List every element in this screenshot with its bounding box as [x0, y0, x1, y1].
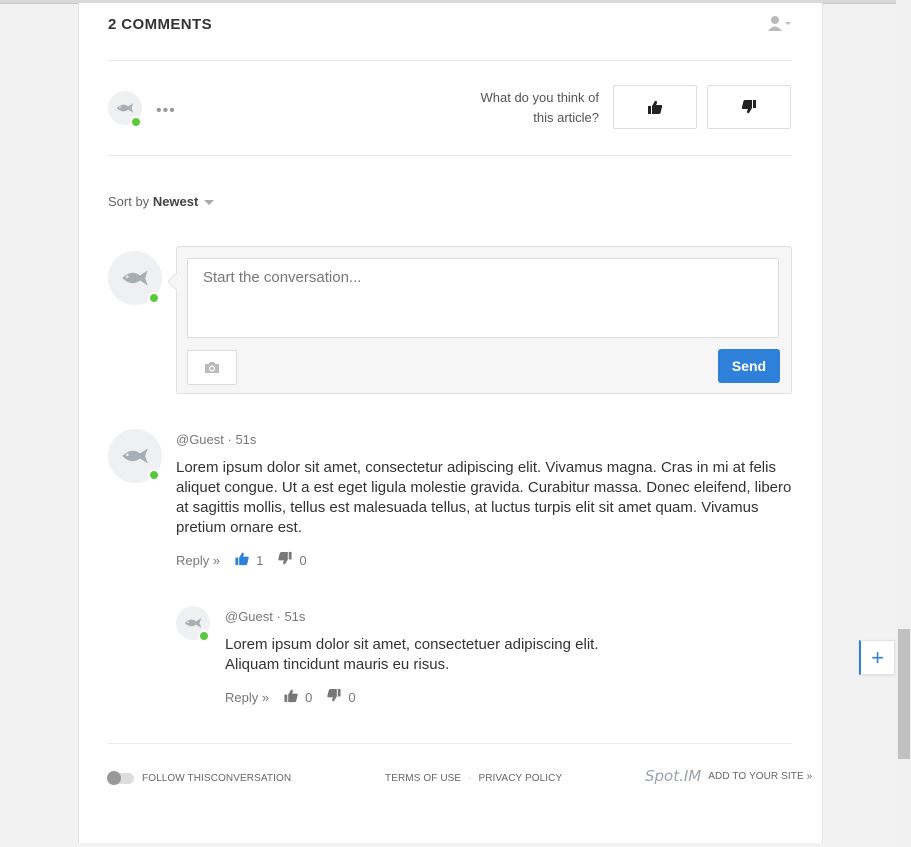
scrollbar[interactable]	[896, 0, 911, 847]
privacy-link[interactable]: PRIVACY POLICY	[478, 773, 562, 784]
fish-avatar-icon	[122, 270, 148, 286]
fish-avatar-icon	[122, 448, 148, 464]
thumbs-down-icon	[278, 551, 292, 565]
like-button[interactable]	[283, 688, 299, 706]
camera-icon	[205, 362, 219, 373]
online-status-dot	[130, 116, 142, 128]
comment-avatar	[108, 429, 162, 483]
thumbs-up-icon	[284, 689, 298, 703]
thumbs-down-icon	[327, 688, 341, 702]
comment-meta: @Guest · 51s	[225, 609, 306, 624]
current-user-avatar	[108, 91, 142, 128]
thumbs-up-icon	[648, 100, 663, 114]
comment-input[interactable]	[187, 258, 779, 338]
caret-down-icon	[204, 200, 215, 206]
follow-toggle[interactable]	[107, 771, 134, 785]
spotim-branding: Spot.IM ADD TO YOUR SITE »	[645, 767, 812, 785]
footer-separator: ·	[468, 773, 472, 784]
comment-time: 51s	[284, 609, 306, 624]
comment-text-line: Lorem ipsum dolor sit amet, consectetuer…	[225, 636, 599, 653]
comment-meta: @Guest · 51s	[176, 432, 257, 447]
comment-actions: Reply » 1 0	[176, 551, 321, 569]
follow-label: FOLLOW THISCONVERSATION	[142, 773, 292, 784]
divider	[108, 155, 792, 156]
ellipsis-icon[interactable]: •••	[156, 102, 176, 120]
dislike-button[interactable]	[326, 688, 342, 706]
spotim-logo[interactable]: Spot.IM	[645, 767, 701, 785]
sort-label: Sort by	[108, 194, 150, 209]
reply-avatar	[176, 606, 210, 642]
dislike-count: 0	[348, 689, 356, 705]
thumbs-up-icon	[235, 552, 249, 566]
like-count: 1	[256, 552, 264, 568]
comment-text: Lorem ipsum dolor sit amet, consectetur …	[176, 459, 792, 536]
dislike-count: 0	[299, 552, 307, 568]
article-like-button[interactable]	[613, 85, 697, 129]
comment-actions: Reply » 0 0	[225, 688, 370, 706]
comments-count-title: 2 COMMENTS	[108, 16, 213, 33]
user-dropdown-icon[interactable]	[766, 14, 796, 34]
comment-composer: Send	[167, 246, 792, 394]
scrollbar-thumb[interactable]	[898, 629, 910, 759]
fish-avatar-icon	[184, 618, 202, 628]
comment-time: 51s	[235, 432, 257, 447]
divider	[108, 60, 792, 61]
terms-link[interactable]: TERMS OF USE	[385, 773, 461, 784]
comment-text: Lorem ipsum dolor sit amet, consectetuer…	[225, 635, 785, 675]
upload-image-button[interactable]	[187, 350, 237, 385]
composer-avatar	[108, 251, 162, 305]
article-dislike-button[interactable]	[707, 85, 791, 129]
sort-control[interactable]: Sort by Newest	[108, 194, 215, 209]
fish-avatar-icon	[116, 103, 134, 113]
reply-link[interactable]: Reply »	[176, 553, 220, 568]
comment-text-line: Aliquam tincidunt mauris eu risus.	[225, 656, 450, 673]
comment-author[interactable]: @Guest	[225, 609, 273, 624]
footer-links: TERMS OF USE · PRIVACY POLICY	[385, 773, 562, 784]
online-status-dot	[198, 630, 210, 642]
follow-conversation[interactable]: FOLLOW THISCONVERSATION	[107, 771, 292, 785]
toggle-knob	[107, 771, 121, 785]
send-button[interactable]: Send	[718, 349, 780, 383]
spotim-logo-text: Spot.IM	[645, 767, 702, 785]
add-to-site-link[interactable]: ADD TO YOUR SITE »	[708, 771, 812, 782]
dislike-button[interactable]	[277, 551, 293, 569]
sort-value[interactable]: Newest	[153, 194, 199, 209]
online-status-dot	[148, 292, 160, 304]
floating-plus-button[interactable]: +	[859, 640, 895, 675]
divider	[108, 743, 792, 744]
rating-question: What do you think of this article?	[480, 90, 599, 125]
online-status-dot	[148, 469, 160, 481]
composer-pointer	[167, 272, 186, 291]
like-button[interactable]	[234, 551, 250, 569]
like-count: 0	[305, 689, 313, 705]
comments-panel: 2 COMMENTS ••• What do you think of this…	[78, 3, 823, 843]
reply-link[interactable]: Reply »	[225, 690, 269, 705]
thumbs-down-icon	[741, 100, 756, 114]
comment-author[interactable]: @Guest	[176, 432, 224, 447]
